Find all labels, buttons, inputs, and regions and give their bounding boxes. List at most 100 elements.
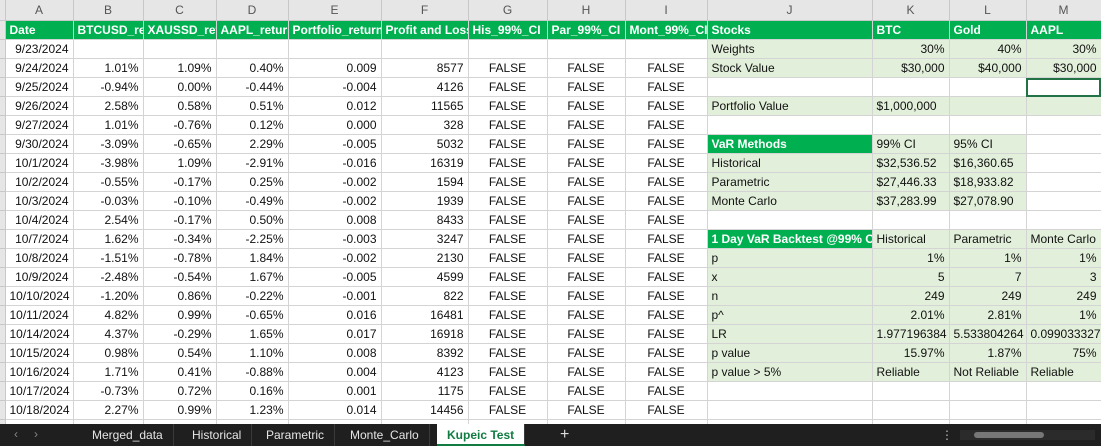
data-cell[interactable]: FALSE [468,58,548,78]
summary-cell[interactable]: $1,000,000 [872,96,950,116]
scrollbar-thumb[interactable] [974,432,1044,438]
data-cell[interactable]: 1.01% [73,58,144,78]
data-cell[interactable]: -2.25% [216,229,289,249]
data-cell[interactable]: FALSE [625,210,708,230]
data-cell[interactable]: 0.012 [288,96,382,116]
date-cell[interactable]: 9/26/2024 [5,96,74,116]
summary-cell[interactable]: 0.099033327 [1026,324,1101,344]
data-cell[interactable]: 1.84% [216,248,289,268]
data-cell[interactable]: FALSE [547,248,626,268]
data-cell[interactable]: 14456 [381,400,469,420]
column-header-h[interactable]: H [547,0,626,21]
data-cell[interactable]: FALSE [625,77,708,97]
data-cell[interactable]: -0.002 [288,248,382,268]
summary-cell[interactable]: 30% [1026,39,1101,59]
data-cell[interactable]: FALSE [625,58,708,78]
summary-cell[interactable]: Stocks [707,20,873,40]
data-cell[interactable]: -0.54% [143,267,217,287]
summary-cell[interactable]: Historical [707,153,873,173]
summary-cell[interactable]: 1% [1026,248,1101,268]
column-header-l[interactable]: L [949,0,1027,21]
summary-cell[interactable] [707,381,873,401]
summary-cell[interactable]: LR [707,324,873,344]
data-cell[interactable]: 1.10% [216,343,289,363]
data-cell[interactable]: 0.014 [288,400,382,420]
data-cell[interactable]: 1.71% [73,362,144,382]
date-cell[interactable]: 10/9/2024 [5,267,74,287]
summary-cell[interactable]: Reliable [1026,362,1101,382]
data-cell[interactable]: 1.01% [73,115,144,135]
data-cell[interactable]: FALSE [625,400,708,420]
sheet-tab-parametric[interactable]: Parametric [256,424,336,446]
summary-cell[interactable]: Parametric [949,229,1027,249]
data-cell[interactable]: -0.65% [216,305,289,325]
data-cell[interactable]: 0.008 [288,210,382,230]
summary-cell[interactable] [707,115,873,135]
data-cell[interactable]: 3247 [381,229,469,249]
data-cell[interactable]: FALSE [547,115,626,135]
summary-cell[interactable]: 5 [872,267,950,287]
data-cell[interactable]: FALSE [547,286,626,306]
data-cell[interactable]: FALSE [468,191,548,211]
data-cell[interactable]: -0.03% [73,191,144,211]
data-cell[interactable]: 4123 [381,362,469,382]
data-cell[interactable]: 16918 [381,324,469,344]
data-cell[interactable] [468,39,548,59]
data-cell[interactable]: FALSE [547,96,626,116]
summary-cell[interactable]: 1% [1026,305,1101,325]
data-cell[interactable]: FALSE [547,229,626,249]
summary-cell[interactable] [1026,210,1101,230]
summary-cell[interactable]: $30,000 [1026,58,1101,78]
data-cell[interactable]: FALSE [468,324,548,344]
next-sheet-icon[interactable]: › [34,427,38,441]
data-cell[interactable]: FALSE [625,115,708,135]
summary-cell[interactable]: Not Reliable [949,362,1027,382]
data-cell[interactable]: 1.65% [216,324,289,344]
summary-cell[interactable]: Monte Carlo [1026,229,1101,249]
data-cell[interactable]: 2.29% [216,134,289,154]
add-sheet-icon[interactable]: + [560,424,569,446]
summary-cell[interactable]: 249 [949,286,1027,306]
data-cell[interactable]: -0.016 [288,153,382,173]
data-cell[interactable]: -2.91% [216,153,289,173]
date-cell[interactable]: 10/4/2024 [5,210,74,230]
data-cell[interactable]: -0.005 [288,134,382,154]
data-cell[interactable]: 1.67% [216,267,289,287]
horizontal-scrollbar[interactable] [960,430,1095,440]
data-cell[interactable]: 0.001 [288,381,382,401]
data-cell[interactable]: FALSE [468,115,548,135]
summary-cell[interactable] [1026,381,1101,401]
summary-cell[interactable] [1026,134,1101,154]
summary-cell[interactable] [949,115,1027,135]
data-cell[interactable]: FALSE [625,248,708,268]
summary-cell[interactable]: 249 [872,286,950,306]
data-cell[interactable]: 822 [381,286,469,306]
data-cell[interactable]: FALSE [468,153,548,173]
date-cell[interactable]: 10/17/2024 [5,381,74,401]
data-cell[interactable]: 0.51% [216,96,289,116]
data-cell[interactable]: FALSE [468,248,548,268]
summary-cell[interactable]: 1% [872,248,950,268]
column-title-cell[interactable]: Par_99%_CI [547,20,626,40]
data-cell[interactable]: 0.00% [143,77,217,97]
column-title-cell[interactable]: XAUSSD_return [143,20,217,40]
data-cell[interactable]: FALSE [625,172,708,192]
summary-cell[interactable]: Reliable [872,362,950,382]
data-cell[interactable]: 0.004 [288,362,382,382]
sheet-tab-kupeic-test[interactable]: Kupeic Test [437,424,526,446]
data-cell[interactable]: FALSE [547,381,626,401]
data-cell[interactable]: -0.44% [216,77,289,97]
data-cell[interactable]: 4599 [381,267,469,287]
summary-cell[interactable]: Monte Carlo [707,191,873,211]
data-cell[interactable] [143,39,217,59]
summary-cell[interactable] [872,400,950,420]
summary-cell[interactable] [707,400,873,420]
sheet-tab-historical[interactable]: Historical [182,424,253,446]
data-cell[interactable]: 0.12% [216,115,289,135]
data-cell[interactable]: -0.78% [143,248,217,268]
date-cell[interactable]: 9/25/2024 [5,77,74,97]
summary-cell[interactable]: 95% CI [949,134,1027,154]
data-cell[interactable] [547,39,626,59]
data-cell[interactable]: 0.50% [216,210,289,230]
summary-cell[interactable]: 7 [949,267,1027,287]
